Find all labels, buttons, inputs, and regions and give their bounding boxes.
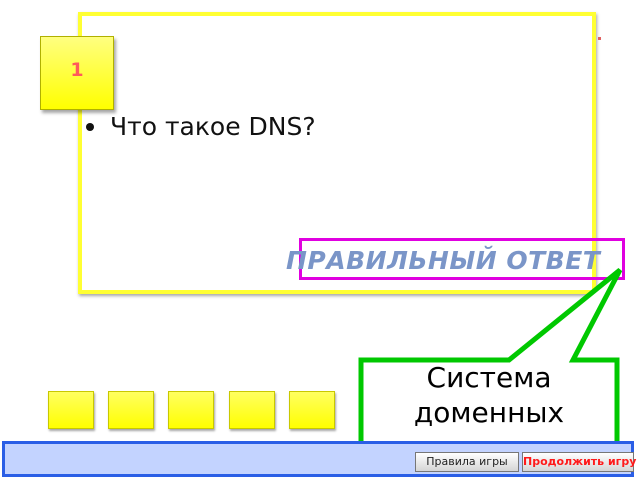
answer-callout-text: Система доменных: [413, 361, 565, 429]
game-tile[interactable]: [168, 391, 214, 429]
continue-game-button[interactable]: Продолжить игру: [522, 452, 636, 472]
game-tile[interactable]: [229, 391, 275, 429]
game-tile[interactable]: [108, 391, 154, 429]
game-tile[interactable]: [48, 391, 94, 429]
game-tile[interactable]: [289, 391, 335, 429]
game-rules-button[interactable]: Правила игры: [415, 452, 519, 472]
